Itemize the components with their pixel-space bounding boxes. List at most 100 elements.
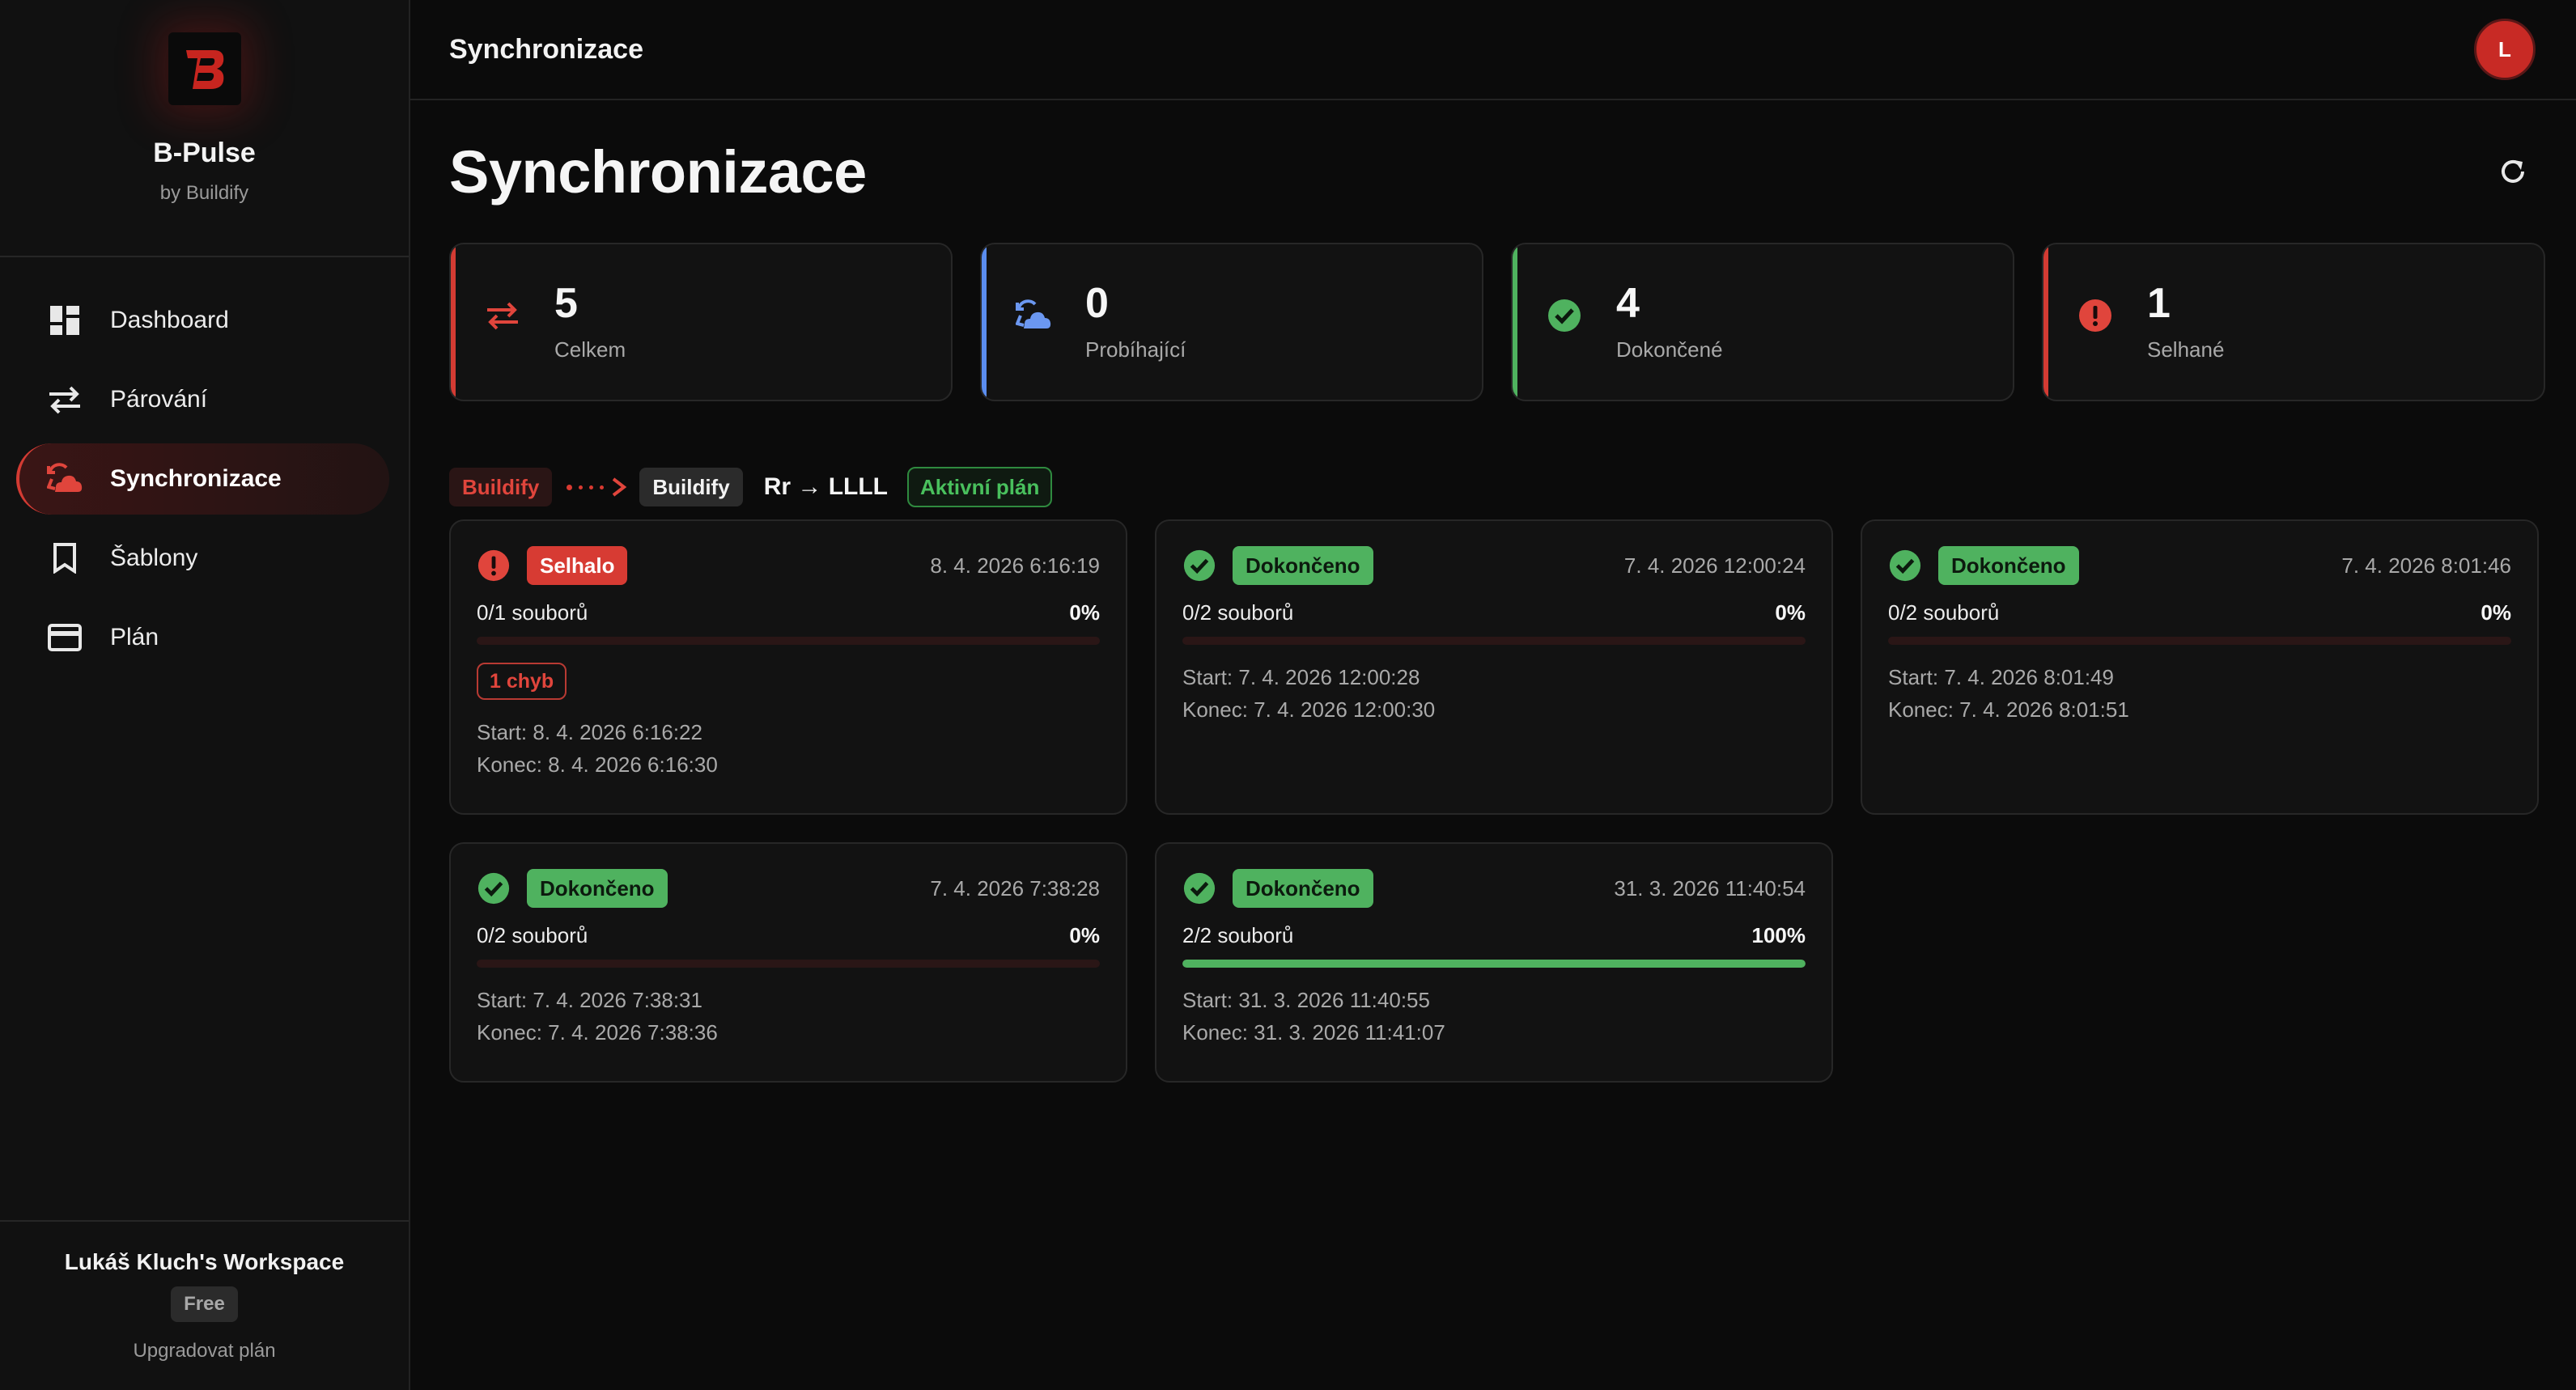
end-time: Konec: 8. 4. 2026 6:16:30 — [477, 752, 718, 777]
sync-card[interactable]: Dokončeno 7. 4. 2026 8:01:46 0/2 souborů… — [1861, 519, 2539, 815]
dashboard-icon — [47, 303, 83, 338]
upgrade-plan-link[interactable]: Upgradovat plán — [133, 1340, 275, 1362]
sync-date: 8. 4. 2026 6:16:19 — [930, 553, 1100, 578]
sidebar-item-parovani[interactable]: Párování — [16, 364, 389, 435]
sidebar: B-Pulse by Buildify Dashboard Párování S… — [0, 0, 410, 1390]
start-time: Start: 31. 3. 2026 11:40:55 — [1182, 988, 1430, 1012]
sidebar-item-dashboard[interactable]: Dashboard — [16, 285, 389, 356]
content: Synchronizace 5 Celkem 0 Probíhající 4 D… — [410, 100, 2576, 1083]
sync-cloud-icon — [1014, 296, 1053, 335]
progress-percent: 0% — [1069, 923, 1100, 947]
sync-card-header: Dokončeno 7. 4. 2026 8:01:46 — [1888, 521, 2511, 610]
status-badge: Dokončeno — [1233, 546, 1373, 585]
start-time: Start: 7. 4. 2026 8:01:49 — [1888, 665, 2114, 689]
sync-cloud-icon — [47, 461, 83, 497]
check-circle-icon — [1182, 871, 1216, 905]
sync-times: Start: 7. 4. 2026 8:01:49 Konec: 7. 4. 2… — [1888, 661, 2511, 758]
sync-card[interactable]: Dokončeno 31. 3. 2026 11:40:54 2/2 soubo… — [1155, 842, 1833, 1083]
sidebar-item-plan[interactable]: Plán — [16, 602, 389, 673]
source-tag: Buildify — [449, 468, 553, 506]
stat-label: Celkem — [554, 337, 626, 362]
plan-name[interactable]: Rr → LLLL — [764, 473, 888, 501]
stat-value: 0 — [1085, 279, 1109, 327]
files-row: 0/2 souborů 0% — [477, 923, 1100, 948]
stat-value: 5 — [554, 279, 578, 327]
check-circle-icon — [1545, 296, 1584, 335]
progress-bar — [1888, 637, 2511, 645]
sidebar-item-label: Dashboard — [110, 307, 229, 333]
files-count: 0/2 souborů — [1182, 600, 1294, 625]
error-count-badge[interactable]: 1 chyb — [477, 663, 567, 700]
flow-arrow-icon — [567, 477, 628, 498]
brand-header: B-Pulse by Buildify — [0, 0, 409, 257]
stat-value: 1 — [2147, 279, 2171, 327]
sidebar-item-label: Šablony — [110, 545, 198, 571]
plan-badge: Free — [171, 1286, 238, 1322]
sync-status: Dokončeno — [1182, 869, 1373, 908]
files-count: 2/2 souborů — [1182, 923, 1294, 947]
sync-times: Start: 31. 3. 2026 11:40:55 Konec: 31. 3… — [1182, 984, 1806, 1081]
progress-bar — [477, 637, 1100, 645]
sync-status: Dokončeno — [1888, 546, 2079, 585]
sidebar-item-sablony[interactable]: Šablony — [16, 523, 389, 594]
files-count: 0/1 souborů — [477, 600, 588, 625]
sidebar-item-label: Plán — [110, 624, 159, 651]
target-tag: Buildify — [639, 468, 743, 506]
sync-card-header: Dokončeno 7. 4. 2026 12:00:24 — [1182, 521, 1806, 610]
files-count: 0/2 souborů — [477, 923, 588, 947]
stats-row: 5 Celkem 0 Probíhající 4 Dokončené 1 Sel… — [449, 243, 2545, 401]
progress-percent: 0% — [1069, 600, 1100, 625]
sync-date: 7. 4. 2026 7:38:28 — [930, 875, 1100, 901]
files-row: 0/2 souborů 0% — [1182, 600, 1806, 625]
end-time: Konec: 31. 3. 2026 11:41:07 — [1182, 1020, 1445, 1045]
progress-percent: 0% — [2481, 600, 2511, 625]
check-circle-icon — [1182, 549, 1216, 583]
topbar-title: Synchronizace — [449, 33, 643, 65]
sync-card[interactable]: Dokončeno 7. 4. 2026 7:38:28 0/2 souborů… — [449, 842, 1127, 1083]
check-circle-icon — [477, 871, 511, 905]
page-header: Synchronizace — [449, 100, 2545, 243]
files-count: 0/2 souborů — [1888, 600, 2000, 625]
files-row: 0/1 souborů 0% — [477, 600, 1100, 625]
progress-percent: 0% — [1775, 600, 1806, 625]
b-logo-icon[interactable] — [168, 32, 241, 105]
bookmark-icon — [47, 540, 83, 576]
start-time: Start: 8. 4. 2026 6:16:22 — [477, 720, 702, 744]
sync-card-header: Dokončeno 31. 3. 2026 11:40:54 — [1182, 844, 1806, 933]
app-root: B-Pulse by Buildify Dashboard Párování S… — [0, 0, 2576, 1390]
sync-status: Selhalo — [477, 546, 628, 585]
sidebar-item-label: Párování — [110, 386, 208, 413]
sidebar-nav: Dashboard Párování Synchronizace Šablony — [0, 257, 409, 681]
sync-date: 7. 4. 2026 12:00:24 — [1623, 553, 1806, 578]
refresh-button[interactable] — [2490, 149, 2536, 194]
stat-value: 4 — [1616, 279, 1640, 327]
brand-subtitle: by Buildify — [159, 182, 249, 204]
sidebar-item-synchronizace[interactable]: Synchronizace — [16, 443, 389, 515]
sync-status: Dokončeno — [1182, 546, 1373, 585]
sync-times: Start: 7. 4. 2026 12:00:28 Konec: 7. 4. … — [1182, 661, 1806, 758]
topbar: Synchronizace L — [410, 0, 2576, 100]
stat-card-total: 5 Celkem — [449, 243, 953, 401]
files-row: 2/2 souborů 100% — [1182, 923, 1806, 948]
progress-bar — [1182, 637, 1806, 645]
refresh-icon — [2502, 159, 2524, 183]
check-circle-icon — [1888, 549, 1922, 583]
stat-card-completed: 4 Dokončené — [1511, 243, 2014, 401]
status-badge: Selhalo — [527, 546, 628, 585]
credit-card-icon — [47, 620, 83, 655]
brand-name: B-Pulse — [153, 138, 256, 168]
error-circle-icon — [2076, 296, 2115, 335]
sync-card[interactable]: Selhalo 8. 4. 2026 6:16:19 0/1 souborů 0… — [449, 519, 1127, 815]
plan-row: Buildify Buildify Rr → LLLL Aktivní plán — [449, 466, 2545, 508]
sync-list: Selhalo 8. 4. 2026 6:16:19 0/1 souborů 0… — [449, 519, 2545, 1083]
error-circle-icon — [477, 549, 511, 583]
progress-fill — [1182, 960, 1806, 968]
end-time: Konec: 7. 4. 2026 12:00:30 — [1182, 697, 1436, 722]
avatar[interactable]: L — [2474, 19, 2536, 80]
files-row: 0/2 souborů 0% — [1888, 600, 2511, 625]
progress-bar — [477, 960, 1100, 968]
workspace-panel: Lukáš Kluch's Workspace Free Upgradovat … — [0, 1220, 409, 1390]
sync-card[interactable]: Dokončeno 7. 4. 2026 12:00:24 0/2 soubor… — [1155, 519, 1833, 815]
status-badge: Dokončeno — [527, 869, 668, 908]
workspace-name[interactable]: Lukáš Kluch's Workspace — [65, 1249, 344, 1275]
